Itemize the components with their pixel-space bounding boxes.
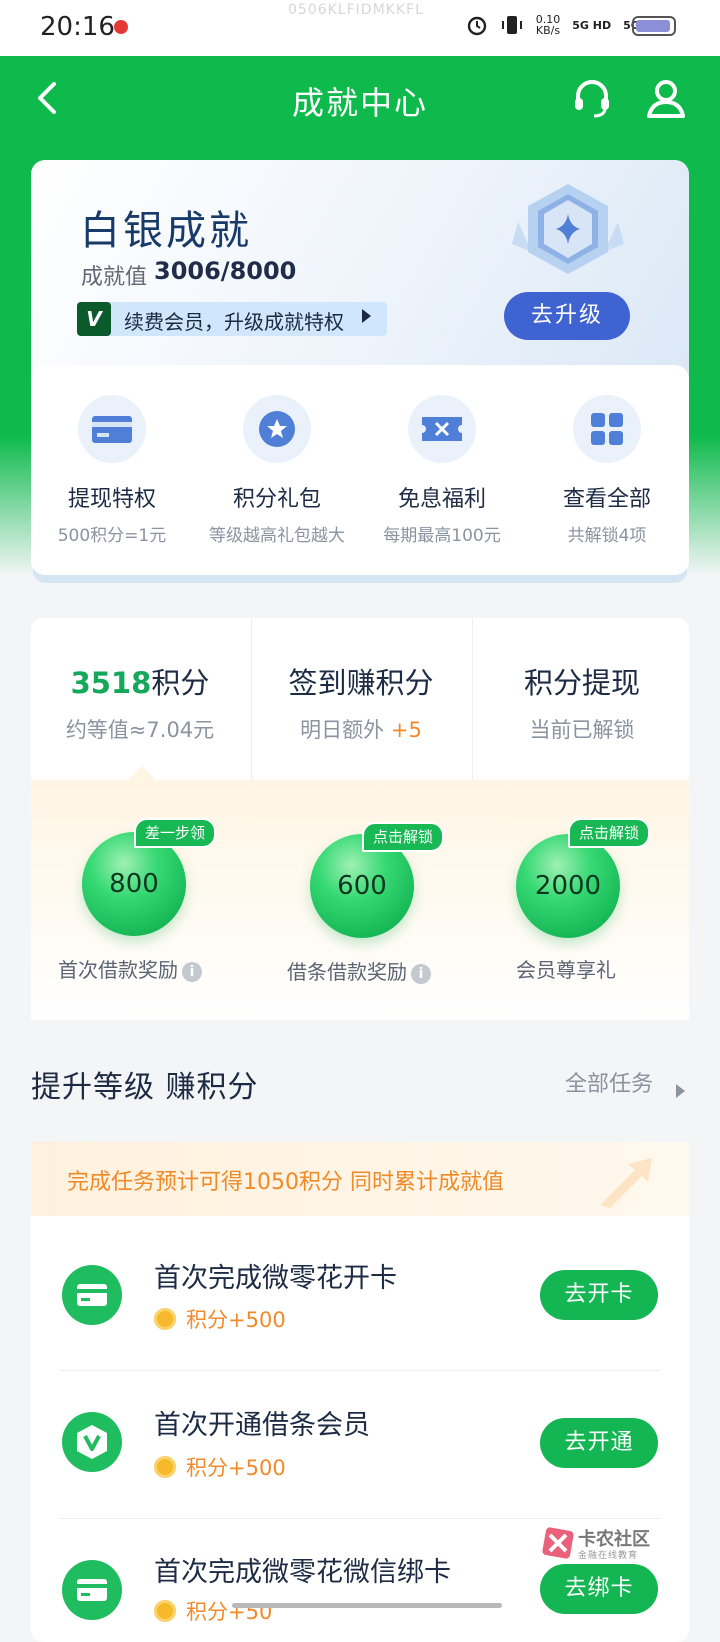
- privilege-withdraw[interactable]: 提现特权 500积分=1元: [32, 395, 192, 546]
- bind-card-button[interactable]: 去绑卡: [540, 1564, 658, 1614]
- notification-dot-icon: [114, 20, 128, 34]
- section-title: 提升等级 赚积分: [31, 1070, 259, 1105]
- privilege-title: 提现特权: [67, 487, 156, 512]
- points-balance[interactable]: 3518积分 约等值≈7.04元: [31, 660, 249, 744]
- coin-icon: [154, 1308, 176, 1330]
- task-banner-text: 完成任务预计可得1050积分 同时累计成就值: [67, 1170, 504, 1195]
- privilege-subtitle: 等级越高礼包越大: [209, 526, 345, 546]
- vibrate-icon: [501, 16, 522, 34]
- ticket-icon: [408, 395, 476, 463]
- withdraw-sub: 当前已解锁: [529, 718, 635, 742]
- selection-notch: [128, 766, 156, 780]
- bubble-label: 会员尊享礼: [516, 958, 616, 982]
- info-icon[interactable]: i: [182, 961, 202, 982]
- task-reward: 积分+50: [154, 1596, 272, 1626]
- headset-icon[interactable]: [570, 76, 614, 120]
- card-icon: [62, 1265, 122, 1325]
- card-icon: [62, 1560, 122, 1620]
- checkin-bonus: +5: [390, 718, 422, 742]
- vip-shield-icon: [62, 1412, 122, 1472]
- privilege-interest-free[interactable]: 免息福利 每期最高100元: [362, 395, 522, 546]
- coin-icon: [154, 1456, 176, 1478]
- promo-text[interactable]: 续费会员，升级成就特权: [124, 306, 344, 335]
- bubble-label: 首次借款奖励 i: [58, 954, 202, 983]
- arrow-up-decoration-icon: [600, 1158, 652, 1208]
- silver-medal-icon: [512, 184, 624, 274]
- privilege-title: 查看全部: [562, 487, 651, 512]
- kanong-logo-icon: [542, 1527, 574, 1559]
- privilege-subtitle: 每期最高100元: [383, 526, 501, 546]
- upgrade-button[interactable]: 去升级: [504, 292, 630, 340]
- task-name: 首次开通借条会员: [154, 1410, 370, 1441]
- watermark-slogan: 金融在线教育: [578, 1551, 639, 1561]
- net-speed: 0.10 KB/s: [535, 13, 561, 37]
- rank-title: 白银成就: [80, 208, 252, 254]
- reward-bubble[interactable]: 2000: [516, 834, 620, 938]
- bubble-label: 借条借款奖励 i: [287, 956, 431, 985]
- points-amount: 3518: [70, 666, 152, 700]
- card-icon: [78, 395, 146, 463]
- points-equivalent: 约等值≈7.04元: [65, 718, 215, 742]
- achievement-value-label: 成就值: [81, 265, 148, 290]
- points-unit: 积分: [151, 666, 210, 700]
- screen-watermark: 0506KLFIDMKKFL: [288, 2, 424, 18]
- triangle-right-icon: [362, 309, 371, 323]
- bubble-tag: 点击解锁: [568, 818, 651, 848]
- signal-1: 5G HD: [572, 18, 612, 32]
- open-membership-button[interactable]: 去开通: [540, 1418, 658, 1468]
- checkin-earn[interactable]: 签到赚积分 明日额外 +5: [252, 660, 470, 744]
- achievement-value: 3006/8000: [154, 257, 297, 285]
- grid-icon: [573, 395, 641, 463]
- privilege-title: 免息福利: [397, 487, 486, 512]
- divider: [60, 1370, 660, 1371]
- info-icon[interactable]: i: [411, 963, 431, 984]
- bubble-tag: 点击解锁: [362, 822, 445, 852]
- points-withdraw[interactable]: 积分提现 当前已解锁: [473, 660, 691, 744]
- home-indicator[interactable]: [232, 1603, 502, 1608]
- all-tasks-link[interactable]: 全部任务: [565, 1066, 653, 1098]
- checkin-title: 签到赚积分: [288, 666, 434, 700]
- task-name: 首次完成微零花开卡: [154, 1263, 397, 1294]
- task-name: 首次完成微零花微信绑卡: [154, 1557, 451, 1588]
- privilege-subtitle: 500积分=1元: [57, 526, 167, 546]
- status-time: 20:16: [40, 12, 115, 42]
- task-reward: 积分+500: [154, 1452, 286, 1482]
- bubble-tag: 差一步领: [134, 818, 217, 848]
- coin-icon: [154, 1600, 176, 1622]
- checkin-sub: 明日额外: [300, 718, 385, 742]
- privilege-gift[interactable]: 积分礼包 等级越高礼包越大: [197, 395, 357, 546]
- privilege-title: 积分礼包: [232, 487, 321, 512]
- triangle-right-icon[interactable]: [676, 1084, 685, 1098]
- user-icon[interactable]: [644, 76, 688, 120]
- vip-badge-icon: V: [77, 302, 111, 336]
- divider: [60, 1518, 660, 1519]
- star-badge-icon: [243, 395, 311, 463]
- alarm-icon: [467, 16, 486, 36]
- battery-icon: [632, 16, 676, 36]
- privilege-subtitle: 共解锁4项: [567, 526, 647, 546]
- withdraw-title: 积分提现: [523, 666, 640, 700]
- privilege-view-all[interactable]: 查看全部 共解锁4项: [527, 395, 687, 546]
- task-reward: 积分+500: [154, 1304, 286, 1334]
- open-card-button[interactable]: 去开卡: [540, 1270, 658, 1320]
